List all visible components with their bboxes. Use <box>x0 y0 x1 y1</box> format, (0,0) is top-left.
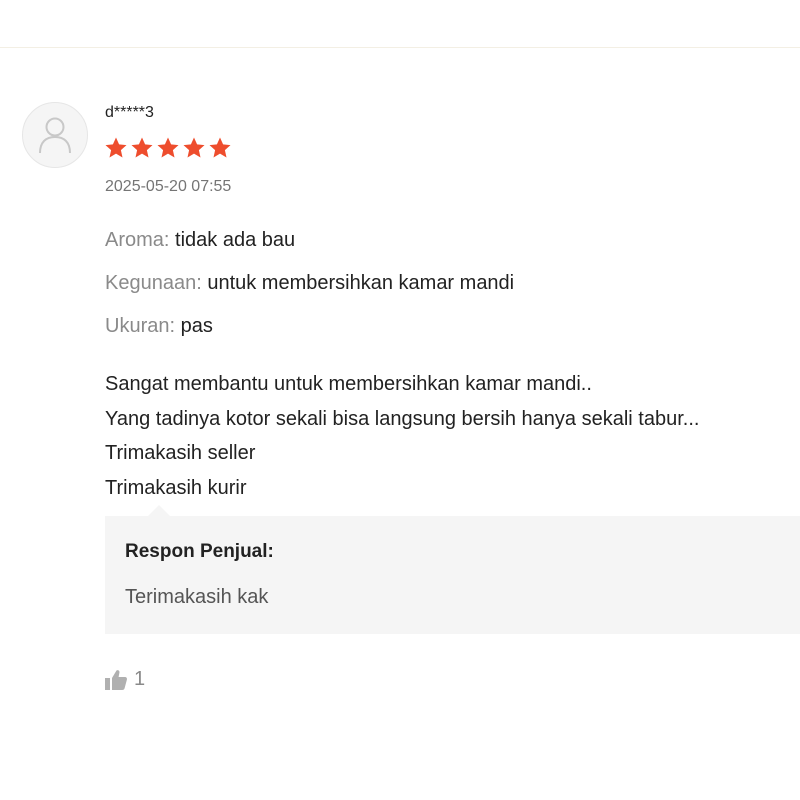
review-card: d*****3 2025-05-20 07:55 Aroma: tidak ad… <box>0 0 800 800</box>
star-icon <box>157 137 179 158</box>
review-line: Yang tadinya kotor sekali bisa langsung … <box>105 407 700 430</box>
review-comment: Sangat membantu untuk membersihkan kamar… <box>105 367 800 505</box>
thumbs-up-icon[interactable] <box>104 669 128 691</box>
seller-response: Respon Penjual: Terimakasih kak <box>105 516 800 634</box>
review-line: Sangat membantu untuk membersihkan kamar… <box>105 373 592 395</box>
review-line: Trimakasih seller <box>105 442 256 464</box>
star-icon <box>131 137 153 158</box>
top-divider <box>0 47 800 48</box>
review-line: Trimakasih kurir <box>105 476 247 499</box>
attribute-label: Ukuran: <box>105 315 176 337</box>
review-timestamp: 2025-05-20 07:55 <box>105 178 232 195</box>
seller-response-caret <box>148 505 170 516</box>
seller-response-text: Terimakasih kak <box>125 586 269 608</box>
attribute-value: pas <box>180 315 213 337</box>
attribute-label: Kegunaan: <box>105 272 202 294</box>
avatar <box>22 102 88 168</box>
like-count: 1 <box>134 668 146 690</box>
attribute-value: tidak ada bau <box>175 229 296 251</box>
seller-response-title: Respon Penjual: <box>125 541 274 562</box>
user-icon <box>39 117 71 154</box>
star-icon <box>209 137 231 158</box>
rating-stars <box>104 136 232 160</box>
attribute-label: Aroma: <box>105 229 170 251</box>
attribute-ukuran: Ukuran: pas <box>105 315 213 338</box>
star-icon <box>105 137 127 158</box>
attribute-value: untuk membersihkan kamar mandi <box>207 272 515 294</box>
attribute-aroma: Aroma: tidak ada bau <box>105 229 295 252</box>
star-icon <box>183 137 205 158</box>
like-button[interactable]: 1 <box>104 668 145 691</box>
attribute-kegunaan: Kegunaan: untuk membersihkan kamar mandi <box>105 272 514 295</box>
reviewer-username: d*****3 <box>105 104 154 121</box>
